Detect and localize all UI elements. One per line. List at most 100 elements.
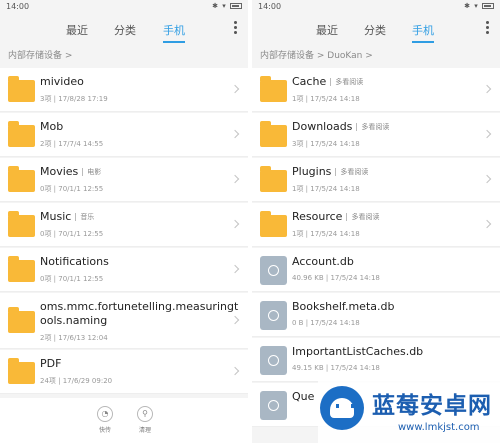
folder-icon bbox=[260, 121, 287, 147]
tab-recent[interactable]: 最近 bbox=[316, 22, 338, 38]
clean-label: 清理 bbox=[138, 427, 151, 434]
watermark-url: www.lmkjst.com bbox=[398, 422, 480, 433]
item-meta: 0项 | 70/1/1 12:55 bbox=[40, 185, 104, 193]
status-bar: 14:00 ✱ ▾ bbox=[0, 0, 248, 13]
list-item[interactable]: Notifications 0项 | 70/1/1 12:55 bbox=[0, 248, 248, 292]
transfer-icon: ◔ bbox=[97, 406, 113, 422]
list-item[interactable]: Resource 多看阅读 1项 | 17/5/24 14:18 bbox=[252, 203, 500, 247]
tab-category[interactable]: 分类 bbox=[364, 22, 386, 38]
chevron-right-icon bbox=[230, 219, 240, 229]
item-name: Account.db bbox=[292, 255, 354, 268]
database-file-icon bbox=[260, 301, 287, 330]
item-meta: 1项 | 17/5/24 14:18 bbox=[292, 95, 360, 103]
status-time: 14:00 bbox=[6, 2, 30, 11]
folder-icon bbox=[260, 76, 287, 102]
list-item[interactable]: Movies 电影 0项 | 70/1/1 12:55 bbox=[0, 158, 248, 202]
list-item[interactable]: Music 音乐 0项 | 70/1/1 12:55 bbox=[0, 203, 248, 247]
item-meta: 24项 | 17/6/29 09:20 bbox=[40, 377, 113, 385]
item-meta: 3项 | 17/5/24 14:18 bbox=[292, 140, 360, 148]
list-item[interactable]: ImportantListCaches.db 49.15 KB | 17/5/2… bbox=[252, 338, 500, 382]
status-time: 14:00 bbox=[258, 2, 282, 11]
chevron-right-icon bbox=[230, 366, 240, 376]
item-tag: 多看阅读 bbox=[356, 123, 390, 131]
chevron-right-icon bbox=[230, 174, 240, 184]
item-tag: 电影 bbox=[82, 168, 102, 176]
list-item[interactable]: Bookshelf.meta.db 0 B | 17/5/24 14:18 bbox=[252, 293, 500, 337]
tab-bar: 最近 分类 手机 bbox=[0, 13, 248, 45]
clean-button[interactable]: ⚲ 清理 bbox=[132, 406, 158, 434]
list-item[interactable]: Cache 多看阅读 1项 | 17/5/24 14:18 bbox=[252, 68, 500, 112]
item-meta: 2项 | 17/6/13 12:04 bbox=[40, 334, 108, 342]
chevron-right-icon bbox=[482, 174, 492, 184]
folder-icon bbox=[260, 211, 287, 237]
status-icons: ✱ ▾ bbox=[464, 2, 494, 10]
folder-icon bbox=[8, 256, 35, 282]
quick-transfer-label: 快传 bbox=[98, 427, 111, 434]
battery-icon bbox=[230, 3, 242, 9]
item-name: oms.mmc.fortunetelling.measuringt ools.na… bbox=[40, 300, 239, 327]
database-file-icon bbox=[260, 256, 287, 285]
tab-phone[interactable]: 手机 bbox=[412, 22, 434, 38]
tab-recent[interactable]: 最近 bbox=[66, 22, 88, 38]
chevron-right-icon bbox=[230, 129, 240, 139]
chevron-right-icon bbox=[482, 219, 492, 229]
item-meta: 2项 | 17/7/4 14:55 bbox=[40, 140, 104, 148]
item-name: Mob bbox=[40, 120, 64, 133]
item-meta: 49.15 KB | 17/5/24 14:18 bbox=[292, 364, 380, 372]
tab-bar: 最近 分类 手机 bbox=[252, 13, 500, 45]
list-item[interactable]: Downloads 多看阅读 3项 | 17/5/24 14:18 bbox=[252, 113, 500, 157]
item-tag: 多看阅读 bbox=[335, 168, 369, 176]
tab-category[interactable]: 分类 bbox=[114, 22, 136, 38]
list-item[interactable]: Account.db 40.96 KB | 17/5/24 14:18 bbox=[252, 248, 500, 292]
item-name: Plugins 多看阅读 bbox=[292, 165, 369, 178]
item-name: Movies 电影 bbox=[40, 165, 102, 178]
chevron-right-icon bbox=[482, 84, 492, 94]
list-item[interactable]: Plugins 多看阅读 1项 | 17/5/24 14:18 bbox=[252, 158, 500, 202]
tab-phone[interactable]: 手机 bbox=[163, 22, 185, 38]
item-name: mivideo bbox=[40, 75, 84, 88]
item-tag: 多看阅读 bbox=[346, 213, 380, 221]
right-file-browser: 14:00 ✱ ▾ 最近 分类 手机 内部存储设备 > DuoKan > Cac… bbox=[252, 0, 500, 443]
item-name: Music 音乐 bbox=[40, 210, 95, 223]
item-name: ImportantListCaches.db bbox=[292, 345, 424, 358]
list-item[interactable]: PDF 24项 | 17/6/29 09:20 bbox=[0, 350, 248, 394]
folder-icon bbox=[8, 211, 35, 237]
item-meta: 0项 | 70/1/1 12:55 bbox=[40, 230, 104, 238]
quick-transfer-button[interactable]: ◔ 快传 bbox=[92, 406, 118, 434]
item-tag: 多看阅读 bbox=[330, 78, 364, 86]
android-logo-icon bbox=[320, 386, 364, 430]
list-item[interactable]: Mob 2项 | 17/7/4 14:55 bbox=[0, 113, 248, 157]
database-file-icon bbox=[260, 346, 287, 375]
list-item[interactable]: oms.mmc.fortunetelling.measuringt ools.na… bbox=[0, 293, 248, 349]
item-meta: 1项 | 17/5/24 14:18 bbox=[292, 230, 360, 238]
item-name: PDF bbox=[40, 357, 62, 370]
item-meta: 0项 | 70/1/1 12:55 bbox=[40, 275, 104, 283]
chevron-right-icon bbox=[230, 84, 240, 94]
more-menu-icon[interactable] bbox=[232, 21, 238, 35]
site-watermark: 蓝莓安卓网 www.lmkjst.com bbox=[318, 380, 500, 443]
folder-icon bbox=[8, 307, 35, 333]
folder-icon bbox=[8, 121, 35, 147]
broom-icon: ⚲ bbox=[137, 406, 153, 422]
chevron-right-icon bbox=[482, 129, 492, 139]
watermark-title: 蓝莓安卓网 bbox=[372, 393, 492, 419]
tab-active-indicator bbox=[412, 41, 434, 43]
item-meta: 1项 | 17/5/24 14:18 bbox=[292, 185, 360, 193]
more-menu-icon[interactable] bbox=[484, 21, 490, 35]
breadcrumb[interactable]: 内部存储设备 > bbox=[8, 48, 72, 61]
item-meta: 40.96 KB | 17/5/24 14:18 bbox=[292, 274, 380, 282]
battery-icon bbox=[482, 3, 494, 9]
folder-icon bbox=[260, 166, 287, 192]
chevron-right-icon bbox=[230, 264, 240, 274]
item-meta: 3项 | 17/8/28 17:19 bbox=[40, 95, 108, 103]
list-item[interactable]: mivideo 3项 | 17/8/28 17:19 bbox=[0, 68, 248, 112]
item-meta: 0 B | 17/5/24 14:18 bbox=[292, 319, 360, 327]
breadcrumb[interactable]: 内部存储设备 > DuoKan > bbox=[260, 48, 373, 61]
item-name: Que bbox=[292, 390, 315, 403]
bottom-action-bar: ◔ 快传 ⚲ 清理 bbox=[0, 398, 248, 443]
item-name: Downloads 多看阅读 bbox=[292, 120, 390, 133]
item-tag: 音乐 bbox=[75, 213, 95, 221]
left-file-browser: 14:00 ✱ ▾ 最近 分类 手机 内部存储设备 > mivideo 3项 |… bbox=[0, 0, 248, 443]
item-name: Resource 多看阅读 bbox=[292, 210, 380, 223]
folder-icon bbox=[8, 76, 35, 102]
